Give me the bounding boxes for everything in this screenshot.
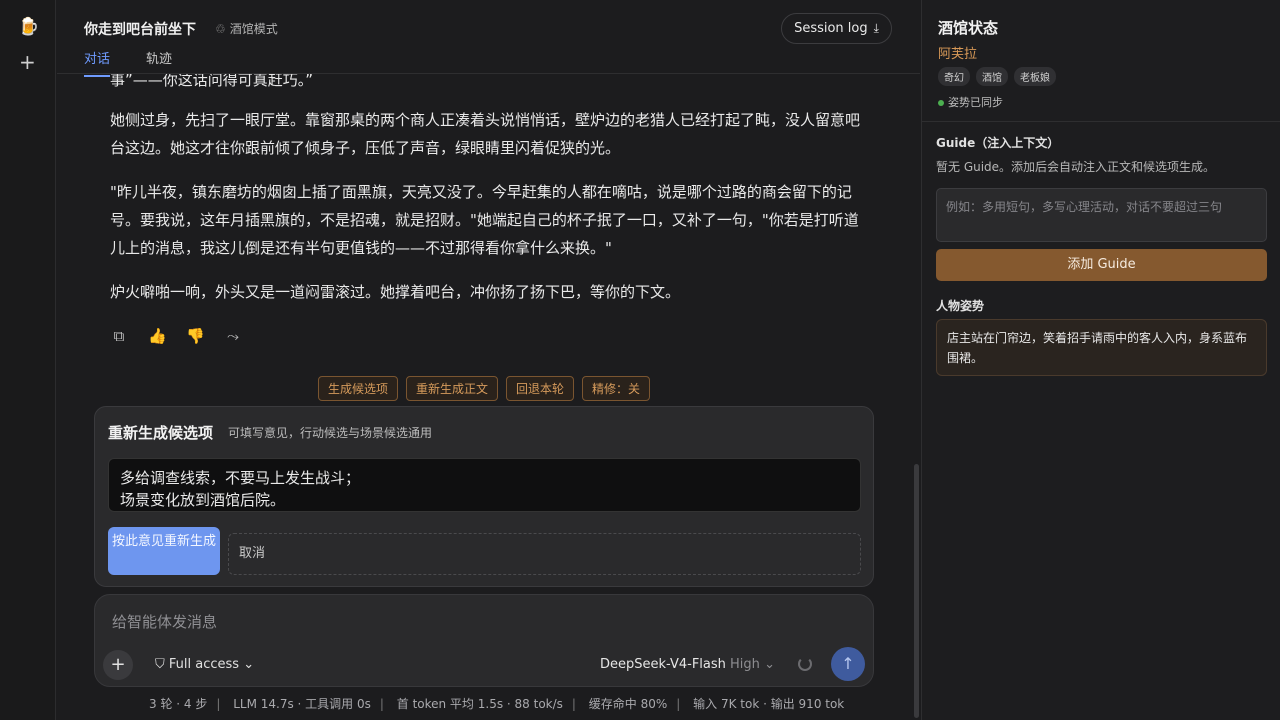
story-content: 事”——你这话问得可真赶巧。” 她侧过身，先扫了一眼厅堂。靠窗那桌的两个商人正凑… [110, 66, 862, 322]
rollback-button[interactable]: 回退本轮 [506, 376, 575, 401]
quick-actions: 生成候选项 重新生成正文 回退本轮 精修：关 [318, 376, 651, 401]
page-title: 你走到吧台前坐下 [84, 22, 196, 38]
stat-llm: LLM 14.7s · 工具调用 0s [233, 697, 371, 711]
tag: 奇幻 [938, 67, 970, 86]
recycle-icon: ♲ [215, 22, 226, 36]
access-label: Full access [168, 657, 240, 672]
cancel-button[interactable]: 取消 [228, 533, 861, 575]
tavern-state-panel: 酒馆状态 阿芙拉 奇幻 酒馆 老板娘 姿势已同步 Guide（注入上下文） 暂无… [921, 0, 1280, 720]
character-name: 阿芙拉 [938, 47, 978, 62]
loading-spinner-icon [798, 657, 812, 671]
tab-dialog[interactable]: 对话 [84, 48, 111, 77]
session-log-button[interactable]: Session log ⤓ [781, 13, 892, 44]
pose-text: 店主站在门帘边，笑着招手请雨中的客人入内，身系蓝布围裙。 [936, 319, 1267, 376]
chat-header: 你走到吧台前坐下 ♲ 酒馆模式 对话 轨迹 Session log ⤓ [57, 0, 920, 77]
model-name: DeepSeek-V4-Flash [600, 657, 726, 672]
left-rail: 🍺 + [0, 0, 56, 720]
main-area: 事”——你这话问得可真赶巧。” 她侧过身，先扫了一眼厅堂。靠窗那桌的两个商人正凑… [57, 0, 920, 720]
copy-icon[interactable]: ⧉ [110, 327, 128, 345]
stats-bar: 3 轮 · 4 步 | LLM 14.7s · 工具调用 0s | 首 token … [149, 697, 845, 711]
add-guide-button[interactable]: 添加 Guide [936, 249, 1267, 281]
attach-button[interactable]: + [103, 650, 133, 680]
tag: 老板娘 [1014, 67, 1056, 86]
tab-trace[interactable]: 轨迹 [146, 48, 172, 75]
divider [922, 121, 1280, 122]
regenerate-confirm-button[interactable]: 按此意见重新生成 [108, 527, 220, 575]
sync-text: 姿势已同步 [948, 96, 1003, 109]
scrollbar[interactable] [914, 464, 919, 718]
tag-list: 奇幻 酒馆 老板娘 [938, 67, 1056, 86]
send-button[interactable]: ↑ [831, 647, 865, 681]
story-paragraph: 她侧过身，先扫了一眼厅堂。靠窗那桌的两个商人正凑着头说悄悄话，壁炉边的老猎人已经… [110, 111, 861, 157]
message-actions: ⧉ 👍 👎 ⤳ [110, 327, 242, 345]
thumbs-down-icon[interactable]: 👎 [186, 327, 205, 345]
tag: 酒馆 [976, 67, 1008, 86]
refine-toggle[interactable]: 精修：关 [582, 376, 651, 401]
stat-token-speed: 首 token 平均 1.5s · 88 tok/s [396, 697, 563, 711]
feedback-input[interactable] [108, 458, 861, 512]
session-log-label: Session log [794, 21, 868, 36]
message-input[interactable]: 给智能体发消息 [112, 611, 217, 632]
panel-title: 酒馆状态 [938, 19, 999, 37]
status-dot-icon [938, 100, 944, 106]
stat-turns: 3 轮 · 4 步 [149, 697, 208, 711]
regenerate-panel: 重新生成候选项 可填写意见，行动候选与场景候选通用 按此意见重新生成 取消 [94, 406, 874, 587]
guide-input[interactable] [936, 188, 1267, 242]
model-level: High [730, 657, 760, 672]
regenerate-title: 重新生成候选项 [108, 424, 214, 442]
stat-cache: 缓存命中 80% [588, 697, 668, 711]
regenerate-subtitle: 可填写意见，行动候选与场景候选通用 [228, 426, 433, 440]
composer: 给智能体发消息 + ⛉ Full access ⌄ DeepSeek-V4-Fl… [94, 594, 874, 687]
generate-options-button[interactable]: 生成候选项 [318, 376, 399, 401]
thumbs-up-icon[interactable]: 👍 [148, 327, 167, 345]
model-dropdown[interactable]: DeepSeek-V4-Flash High ⌄ [600, 657, 775, 672]
download-icon: ⤓ [873, 21, 879, 35]
mode-text: 酒馆模式 [229, 22, 278, 36]
chevron-down-icon: ⌄ [243, 657, 255, 672]
stat-io-tokens: 输入 7K tok · 输出 910 tok [693, 697, 845, 711]
sync-status: 姿势已同步 [938, 94, 1003, 110]
mode-label: ♲ 酒馆模式 [215, 20, 278, 37]
chevron-down-icon: ⌄ [764, 657, 775, 672]
story-paragraph: "昨儿半夜，镇东磨坊的烟囱上插了面黑旗，天亮又没了。今早赶集的人都在嘀咕，说是哪… [110, 183, 859, 257]
shield-icon: ⛉ [155, 657, 165, 672]
guide-label: Guide（注入上下文） [936, 136, 1060, 150]
branch-icon[interactable]: ⤳ [224, 327, 242, 345]
new-chat-icon[interactable]: + [19, 50, 36, 74]
story-paragraph: 炉火噼啪一响，外头又是一道闷雷滚过。她撑着吧台，冲你扬了扬下巴，等你的下文。 [110, 283, 681, 301]
guide-description: 暂无 Guide。添加后会自动注入正文和候选项生成。 [936, 160, 1216, 174]
beer-icon[interactable]: 🍺 [18, 17, 39, 37]
regenerate-body-button[interactable]: 重新生成正文 [406, 376, 499, 401]
access-dropdown[interactable]: ⛉ Full access ⌄ [155, 657, 254, 672]
pose-label: 人物姿势 [936, 299, 985, 313]
